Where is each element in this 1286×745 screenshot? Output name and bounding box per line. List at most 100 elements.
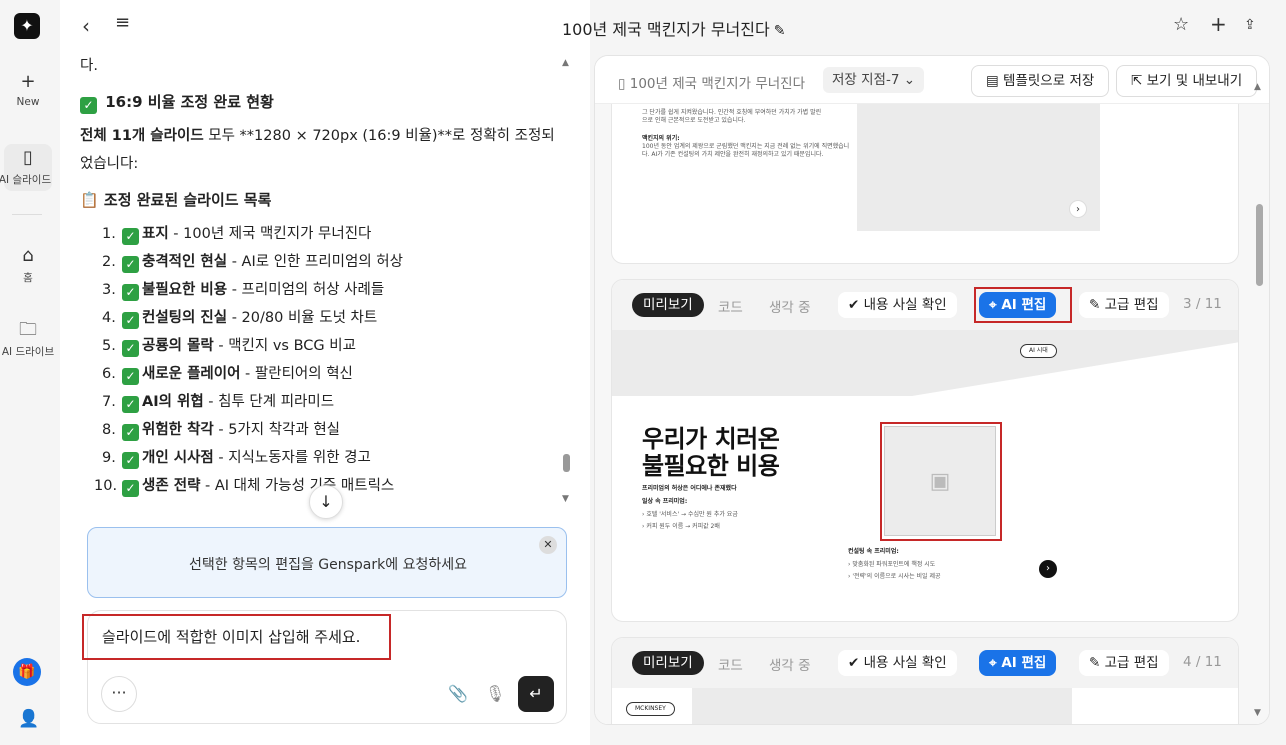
- check-icon: ✓: [122, 284, 139, 301]
- user-icon[interactable]: 👤: [18, 709, 39, 729]
- slide3-daily2: › 커피 원두 이름 → 커피값 2배: [642, 523, 720, 530]
- rail-home[interactable]: ⌂ 홈: [0, 246, 56, 285]
- external-link-icon: ⇱: [1131, 73, 1147, 89]
- context-text: 선택한 항목의 편집을 Genspark에 요청하세요: [189, 557, 467, 573]
- assistant-message: 다. ✓ 16:9 비율 조정 완료 현황 전체 11개 슬라이드 모두 **1…: [80, 52, 555, 510]
- section-title-status: ✓ 16:9 비율 조정 완료 현황: [80, 88, 555, 116]
- item-desc: - AI 대체 가능성 기준 매트릭스: [200, 478, 395, 494]
- item-desc: - 5가지 착각과 현실: [213, 422, 341, 438]
- slide4-canvas: MCKINSEY: [612, 688, 1238, 724]
- selection-context-box: 선택한 항목의 편집을 Genspark에 요청하세요 ✕: [87, 527, 567, 598]
- rail-ai-drive[interactable]: 🗀 AI 드라이브: [0, 320, 56, 359]
- scroll-down-icon[interactable]: ▼: [1254, 708, 1261, 718]
- item-desc: - 침투 단계 피라미드: [203, 394, 335, 410]
- check-icon: ✓: [122, 340, 139, 357]
- tab-preview[interactable]: 미리보기: [632, 293, 704, 317]
- list-item: 1. ✓ 표지 - 100년 제국 맥킨지가 무너진다: [102, 220, 555, 248]
- share-icon[interactable]: ⇪: [1244, 17, 1256, 33]
- close-icon[interactable]: ✕: [539, 536, 557, 554]
- tab-preview[interactable]: 미리보기: [632, 651, 704, 675]
- more-options-button[interactable]: ···: [101, 676, 137, 712]
- chat-scrollbar[interactable]: ▲ ▼: [562, 58, 570, 508]
- rail-slides-label: AI 슬라이드: [0, 174, 52, 186]
- item-title: 생존 전략: [142, 478, 201, 494]
- template-icon: ▤: [986, 73, 1004, 89]
- paperclip-icon[interactable]: 📎: [448, 684, 468, 703]
- advanced-edit-button[interactable]: ✎ 고급 편집: [1079, 650, 1169, 676]
- item-desc: - 100년 제국 맥킨지가 무너진다: [168, 226, 372, 242]
- advanced-edit-button[interactable]: ✎ 고급 편집: [1079, 292, 1169, 318]
- ai-edit-button[interactable]: ⌖ AI 편집: [979, 650, 1057, 676]
- fact-check-button[interactable]: ✔ 내용 사실 확인: [838, 292, 957, 318]
- slide-list: 1. ✓ 표지 - 100년 제국 맥킨지가 무너진다 2. ✓ 충격적인 현실 - A…: [80, 220, 555, 500]
- document-title[interactable]: 100년 제국 맥킨지가 무너진다 ✎: [562, 16, 785, 40]
- genspark-logo-icon[interactable]: ✦: [14, 13, 40, 39]
- app-window: ✦ + New ▯ AI 슬라이드 ⌂ 홈 🗀 AI 드라이브 🎁 👤 ‹ ≡ …: [0, 0, 1286, 745]
- item-title: 불필요한 비용: [142, 282, 228, 298]
- tab-thinking[interactable]: 생각 중: [769, 654, 811, 674]
- image-selection-highlight: [880, 422, 1002, 541]
- slides-scrollbar[interactable]: ▲ ▼: [1254, 82, 1264, 722]
- save-as-template-button[interactable]: ▤ 템플릿으로 저장: [971, 65, 1110, 97]
- rail-ai-slides[interactable]: ▯ AI 슬라이드: [0, 144, 52, 191]
- slide-card-4[interactable]: 미리보기 코드 생각 중 ✔ 내용 사실 확인 ⌖ AI 편집 ✎ 고급 편집 …: [611, 637, 1239, 724]
- check-icon: ✓: [122, 312, 139, 329]
- check-circle-icon: ✔: [848, 655, 864, 671]
- scroll-up-icon[interactable]: ▲: [1254, 82, 1261, 92]
- scroll-down-icon[interactable]: ▼: [562, 494, 569, 504]
- list-item: 2. ✓ 충격적인 현실 - AI로 인한 프리미엄의 허상: [102, 248, 555, 276]
- save-point-label: 저장 지점-7: [832, 72, 900, 88]
- slides-scroll-thumb[interactable]: [1256, 204, 1263, 286]
- chevron-right-icon[interactable]: ›: [1069, 200, 1087, 218]
- menu-icon[interactable]: ≡: [115, 12, 130, 33]
- advanced-edit-label: 고급 편집: [1104, 655, 1159, 671]
- item-desc: - 20/80 비율 도넛 차트: [227, 310, 378, 326]
- slide3-subtitle: 프리미엄의 허상은 어디에나 존재했다: [642, 485, 737, 492]
- check-icon: ✓: [80, 97, 97, 114]
- scroll-to-bottom-button[interactable]: ↓: [309, 485, 343, 519]
- item-number: 10.: [94, 478, 118, 494]
- list-item: 7. ✓ AI의 위협 - 침투 단계 피라미드: [102, 388, 555, 416]
- item-number: 7.: [102, 394, 116, 410]
- slide-card-2[interactable]: 그 단가를 쉽게 지켜왔습니다. 인간적 호칭에 부여하던 가치가 가볍 말린 …: [611, 104, 1239, 264]
- arrow-down-icon: ↓: [319, 492, 333, 511]
- rail-new[interactable]: + New: [0, 72, 56, 109]
- fact-check-button[interactable]: ✔ 내용 사실 확인: [838, 650, 957, 676]
- plus-icon[interactable]: +: [1210, 12, 1227, 36]
- list-item: 5. ✓ 공룡의 몰락 - 맥킨지 vs BCG 비교: [102, 332, 555, 360]
- template-label: 템플릿으로 저장: [1003, 73, 1095, 89]
- slides-icon: ▯: [23, 147, 33, 168]
- rail-home-label: 홈: [23, 272, 33, 284]
- tab-thinking[interactable]: 생각 중: [769, 296, 811, 316]
- item-number: 1.: [102, 226, 116, 242]
- export-label: 보기 및 내보내기: [1146, 73, 1243, 89]
- item-number: 2.: [102, 254, 116, 270]
- tab-code[interactable]: 코드: [718, 654, 743, 674]
- item-desc: - 지식노동자를 위한 경고: [213, 450, 371, 466]
- item-number: 9.: [102, 450, 116, 466]
- summary-bold: 전체 11개 슬라이드: [80, 128, 204, 144]
- gift-icon[interactable]: 🎁: [13, 658, 41, 686]
- chevron-right-icon[interactable]: ›: [1039, 560, 1057, 578]
- tab-code[interactable]: 코드: [718, 296, 743, 316]
- advanced-edit-label: 고급 편집: [1104, 297, 1159, 313]
- slide-card-3[interactable]: 미리보기 코드 생각 중 ✔ 내용 사실 확인 ⌖ AI 편집 ✎ 고급 편집 …: [611, 279, 1239, 622]
- check-icon: ✓: [122, 368, 139, 385]
- item-desc: - 팔란티어의 혁신: [240, 366, 353, 382]
- save-point-select[interactable]: 저장 지점-7 ⌄: [823, 67, 925, 93]
- chat-scroll-thumb[interactable]: [563, 454, 570, 472]
- scroll-up-icon[interactable]: ▲: [562, 58, 569, 68]
- slides-scroll-area: 그 단가를 쉽게 지켜왔습니다. 인간적 호칭에 부여하던 가치가 가볍 말린 …: [595, 104, 1269, 724]
- pencil-icon[interactable]: ✎: [774, 23, 786, 39]
- microphone-icon[interactable]: 🎙: [485, 684, 505, 703]
- ai-edit-highlight: [974, 287, 1072, 323]
- message-input[interactable]: 슬라이드에 적합한 이미지 삽입해 주세요.: [82, 614, 391, 660]
- list-item: 8. ✓ 위험한 착각 - 5가지 착각과 현실: [102, 416, 555, 444]
- view-export-button[interactable]: ⇱ 보기 및 내보내기: [1116, 65, 1258, 97]
- slide3-consult2-text: '전략'의 이름으로 시사는 비일 제공: [852, 573, 941, 580]
- rail-drive-label: AI 드라이브: [1, 346, 55, 358]
- send-button[interactable]: ↵: [518, 676, 554, 712]
- back-icon[interactable]: ‹: [82, 14, 90, 38]
- star-icon[interactable]: ☆: [1173, 14, 1189, 35]
- item-title: 컨설팅의 진실: [142, 310, 228, 326]
